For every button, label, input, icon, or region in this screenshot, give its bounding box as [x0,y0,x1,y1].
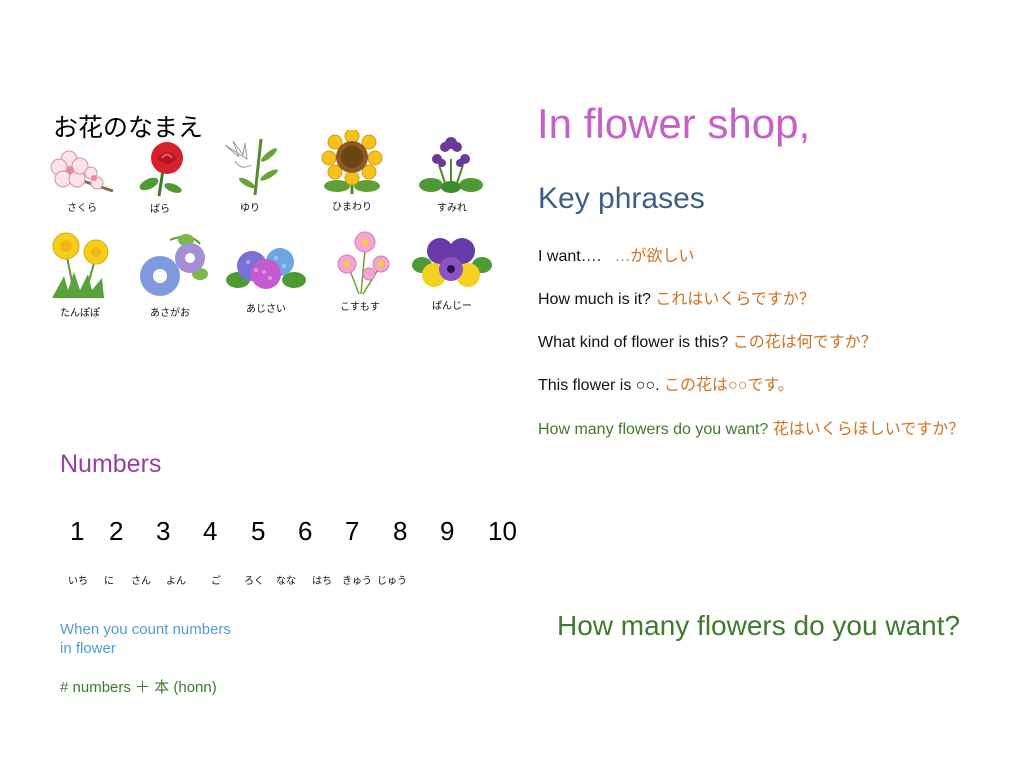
number-reading: に [104,576,114,587]
hydrangea-icon [226,248,306,289]
number-reading: よん [166,576,186,587]
number-digit: 9 [440,516,455,546]
flower-label: ひまわり [332,202,372,213]
number-reading: ろく [244,576,264,587]
flower-kosumosu: こすもす [318,230,402,313]
flower-label: さくら [67,203,97,214]
phrase-english: How many flowers do you want? [538,421,769,438]
flower-sakura: さくら [40,145,124,214]
flower-himawari: ひまわり [310,130,394,213]
phrase-how-much: How much is it? これはいくらですか？ [538,285,815,309]
number-reading: ご [211,576,221,587]
phrase-japanese: この花は何ですか？ [732,334,877,351]
number-digit: 3 [156,516,171,546]
sunflower-icon [321,130,383,194]
flower-pansy: ぱんじー [410,235,494,312]
flower-yuri: ゆり [208,135,292,214]
phrase-english: How much is it? [538,291,651,308]
number-digit: 4 [203,516,218,546]
cosmos-icon [337,231,390,295]
shop-title: In flower shop, [537,100,811,147]
number-digit: 2 [109,516,124,546]
flower-tanpopo: たんぽぽ [38,232,122,319]
count-rule: # numbers ＋ 本 (honn) [60,679,217,696]
phrase-what-kind: What kind of flower is this? この花は何ですか？ [538,328,877,352]
bottom-question: How many flowers do you want? [557,610,961,641]
sakura-icon [50,150,114,193]
count-note-line1: When you count numbers [60,621,231,638]
rose-icon [139,142,183,197]
number-digit: 1 [70,516,85,546]
phrase-this-flower: This flower is ○○. この花は○○です。 [538,371,794,395]
number-reading: なな [276,576,296,587]
flower-label: あじさい [246,304,286,315]
phrase-english: What kind of flower is this? [538,334,729,351]
phrase-japanese: …が欲しい [614,248,695,265]
pansy-icon [412,238,492,287]
number-digit: 6 [298,516,313,546]
phrase-english: I want…. [538,248,602,265]
dandelion-icon [52,232,109,298]
number-digit: 8 [393,516,408,546]
number-digit: 10 [488,516,517,546]
flower-label: たんぽぽ [60,308,100,319]
flower-label: ゆり [240,203,260,214]
phrase-i-want: I want…. …が欲しい [538,242,695,266]
flower-names-title: お花のなまえ [53,113,204,142]
lily-icon [224,138,278,196]
number-reading: さん [131,576,151,587]
count-note-line2: in flower [60,640,116,657]
phrase-english: This flower is ○○. [538,377,660,394]
phrase-japanese: 花はいくらほしいですか？ [772,421,965,438]
flower-label: あさがお [150,308,190,319]
number-digit: 7 [345,516,360,546]
phrase-how-many: How many flowers do you want? 花はいくらほしいです… [538,415,964,439]
flower-label: こすもす [340,302,380,313]
flower-label: ばら [150,204,170,215]
flower-label: すみれ [437,203,467,214]
flower-sumire: すみれ [410,135,494,214]
flower-ajisai: あじさい [224,240,308,315]
phrase-japanese: これはいくらですか？ [655,291,815,308]
flower-label: ぱんじー [432,301,472,312]
numbers-title: Numbers [60,450,162,478]
flower-asagao: あさがお [128,230,212,319]
phrase-japanese: この花は○○です。 [664,377,794,394]
number-digit: 5 [251,516,266,546]
morning-glory-icon [140,234,208,296]
number-reading: じゅう [377,576,407,587]
violet-icon [419,137,483,193]
number-reading: いち [68,576,88,587]
count-note: When you count numbers in flower [60,620,231,658]
number-reading: はち [312,576,332,587]
flower-bara: ばら [118,140,202,215]
key-phrases-title: Key phrases [538,182,705,215]
number-reading: きゅう [342,576,372,587]
